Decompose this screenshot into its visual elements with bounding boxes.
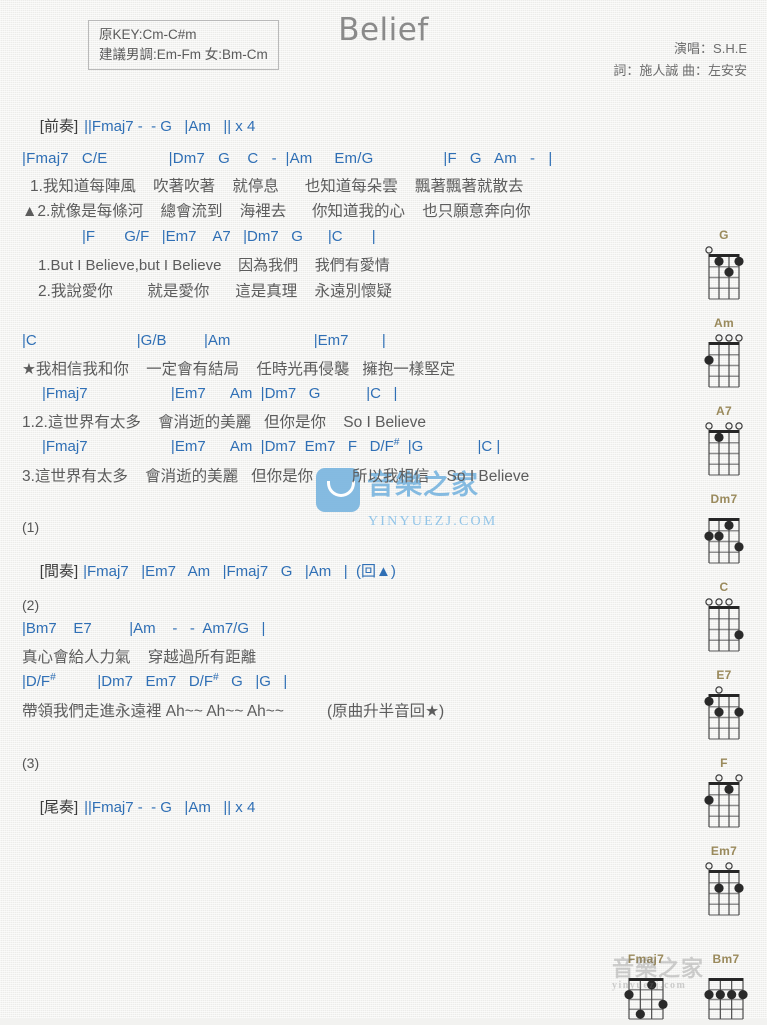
credit-singer: 演唱：S.H.E <box>674 41 747 56</box>
intro-label: [前奏] <box>39 118 79 135</box>
chord-diagram-g: G <box>688 228 760 305</box>
chord-diagram-am: Am <box>688 316 760 393</box>
chord-grid-wrap <box>688 683 760 745</box>
credit-writers: 詞：施人誠 曲：左安安 <box>613 63 747 79</box>
chorus-chordline-3: |Fmaj7 |Em7 Am |Dm7 Em7 F D/F# |G |C | <box>42 437 501 455</box>
interlude-number: (1) <box>22 519 40 535</box>
chord-grid-wrap <box>692 967 760 1025</box>
intro-chords: ||Fmaj7 - - G |Am || x 4 <box>84 118 256 135</box>
chord-diagram-name: C <box>719 580 729 594</box>
chord-grid <box>704 518 744 564</box>
bridge-lyric-1: 真心會給人力氣 穿越過所有距離 <box>22 649 257 666</box>
verse2-lyric-1: 1.But I Believe,but I Believe 因為我們 我們有愛情 <box>38 257 390 274</box>
chord-grid <box>705 422 743 476</box>
chord-sheet: 原KEY:Cm-C#m 建議男調:Em-Fm 女:Bm-Cm Belief 演唱… <box>0 0 767 1020</box>
chord-grid <box>705 598 744 652</box>
chorus-lyric-2: 1.2.這世界有太多 會消逝的美麗 但你是你 So I Believe <box>22 414 426 431</box>
outro-number: (3) <box>22 755 40 771</box>
chord-diagram-name: Am <box>714 316 734 330</box>
bridge-chordline-1: |Bm7 E7 |Am - - Am7/G | <box>22 620 266 637</box>
bridge-lyric-2: 帶領我們走進永遠裡 Ah~~ Ah~~ Ah~~ (原曲升半音回★) <box>22 703 445 720</box>
interlude-label: [間奏] <box>39 563 79 580</box>
chord-grid-wrap <box>688 507 760 569</box>
chord-diagram-fmaj7: Fmaj7 <box>612 952 680 1025</box>
outro-label: [尾奏] <box>39 799 79 816</box>
chord-grid <box>704 686 744 740</box>
chord-grid-wrap <box>688 859 760 921</box>
chord-diagram-name: F <box>720 756 728 770</box>
chord-grid-wrap <box>688 771 760 833</box>
chord-grid-wrap <box>688 331 760 393</box>
chord-diagram-name: Em7 <box>710 844 738 858</box>
verse1-lyric-1: 1.我知道每陣風 吹著吹著 就停息 也知道每朵雲 飄著飄著就散去 <box>30 178 524 195</box>
chord-diagram-em7: Em7 <box>688 844 760 921</box>
chord-diagram-name: Fmaj7 <box>627 952 665 966</box>
credits: 演唱：S.H.E 詞：施人誠 曲：左安安 <box>613 38 747 82</box>
chord-diagram-dm7: Dm7 <box>688 492 760 569</box>
chord-diagram-a7: A7 <box>688 404 760 481</box>
chorus-lyric-1: ★我相信我和你 一定會有結局 任時光再侵襲 擁抱一樣堅定 <box>22 361 456 378</box>
chord-diagram-name: A7 <box>716 404 732 418</box>
chord-grid-wrap <box>688 419 760 481</box>
chord-grid-wrap <box>688 595 760 657</box>
chorus-chordline-2: |Fmaj7 |Em7 Am |Dm7 G |C | <box>42 385 398 402</box>
chord-grid-wrap <box>688 243 760 305</box>
chord-grid <box>705 246 744 300</box>
chord-diagram-bm7: Bm7 <box>692 952 760 1025</box>
interlude-chords: |Fmaj7 |Em7 Am |Fmaj7 G |Am | (回▲) <box>83 563 396 580</box>
chord-grid <box>704 774 743 828</box>
bridge-number: (2) <box>22 597 40 613</box>
verse1-lyric-2: ▲2.就像是每條河 總會流到 海裡去 你知道我的心 也只願意奔向你 <box>22 203 531 220</box>
chord-grid <box>704 978 748 1020</box>
interlude-row: [間奏] |Fmaj7 |Em7 Am |Fmaj7 G |Am | (回▲) <box>22 542 396 599</box>
chord-diagram-column: G Am A7 Dm7 C E7 F Em7 <box>688 228 767 932</box>
verse2-lyric-2: 2.我說愛你 就是愛你 這是真理 永遠別懷疑 <box>38 283 392 300</box>
chord-grid <box>624 978 668 1020</box>
intro-row: [前奏] ||Fmaj7 - - G |Am || x 4 <box>22 97 256 154</box>
verse2-chordline: |F G/F |Em7 A7 |Dm7 G |C | <box>82 228 376 245</box>
outro-row: [尾奏] ||Fmaj7 - - G |Am || x 4 <box>22 778 256 835</box>
chord-diagram-f: F <box>688 756 760 833</box>
chord-diagram-name: E7 <box>716 668 732 682</box>
chord-grid <box>705 862 744 916</box>
chord-diagram-e7: E7 <box>688 668 760 745</box>
chord-grid-wrap <box>612 967 680 1025</box>
chord-grid <box>704 334 743 388</box>
chord-diagram-bottom-row: Fmaj7 Bm7 <box>612 952 767 1025</box>
chord-diagram-name: G <box>719 228 729 242</box>
verse1-chordline: |Fmaj7 C/E |Dm7 G C - |Am Em/G |F G Am -… <box>22 150 553 167</box>
chord-diagram-c: C <box>688 580 760 657</box>
chorus-chordline-1: |C |G/B |Am |Em7 | <box>22 332 386 349</box>
bridge-chordline-2: |D/F# |Dm7 Em7 D/F# G |G | <box>22 672 288 690</box>
chord-diagram-name: Dm7 <box>710 492 738 506</box>
chord-diagram-name: Bm7 <box>712 952 740 966</box>
chorus-lyric-3: 3.這世界有太多 會消逝的美麗 但你是你 所以我相信 So I Believe <box>22 468 530 485</box>
outro-chords: ||Fmaj7 - - G |Am || x 4 <box>84 799 256 816</box>
